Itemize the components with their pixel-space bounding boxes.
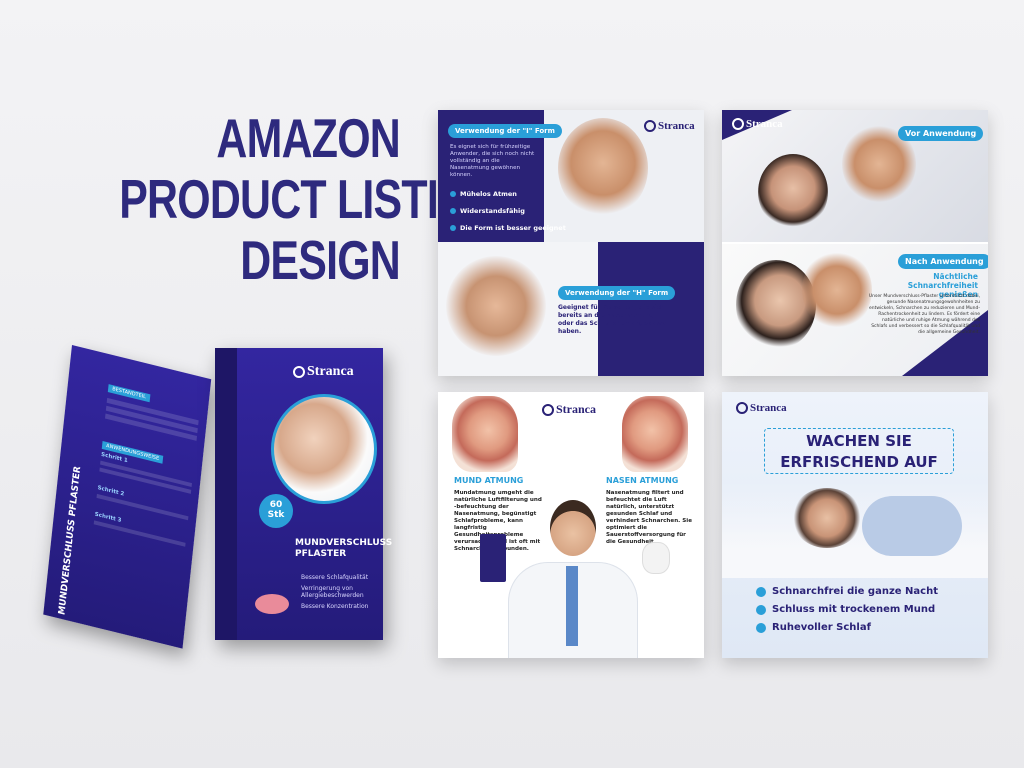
sleeping-person-photo <box>271 394 377 504</box>
box-feature-1: Bessere Schlafqualität <box>301 574 369 581</box>
woman-sweater <box>862 496 962 556</box>
product-box-thumbnail <box>480 534 506 582</box>
product-box-back: BESTANDTEIL ANWENDUNGSWEISE Schritt 1 Sc… <box>43 345 212 649</box>
panel1-logo: Stranca <box>644 120 695 132</box>
headline-line-1: WACHEN SIE <box>806 432 912 450</box>
brand-mark-icon <box>732 118 744 130</box>
bullet-icon <box>450 191 456 197</box>
pill-after: Nach Anwendung <box>898 254 988 269</box>
doctor-tie <box>566 566 578 646</box>
mouth-anatomy-image <box>452 396 518 472</box>
headline-line-2: PRODUCT LISTING <box>119 168 501 230</box>
man-photo-bottom <box>446 256 546 356</box>
panel-wake-up: Stranca WACHEN SIE ERFRISCHEND AUF Schna… <box>722 392 988 658</box>
sleep-icon <box>756 622 766 633</box>
ok-hand-icon <box>642 542 670 574</box>
benefit-item: Schluss mit trockenem Mund <box>756 604 938 615</box>
brand-mark-icon <box>293 366 305 378</box>
desc-h-form: Geeignet für Personen, die sich bereits … <box>558 304 667 335</box>
pill-i-form: Verwendung der "I" Form <box>448 124 562 138</box>
count-number: 60 <box>269 500 283 510</box>
panel-before-after: Stranca Vor Anwendung Nach Anwendung Näc… <box>722 110 988 376</box>
bullet-icon <box>450 225 456 231</box>
doctor-head <box>550 500 596 556</box>
bullet-item: Widerstandsfähig <box>450 207 566 215</box>
lips-icon <box>255 594 289 614</box>
panel2-logo: Stranca <box>732 118 783 130</box>
after-body: Unser Mundverschluss-Pflaster unterstütz… <box>868 294 980 335</box>
woman-face <box>792 488 862 548</box>
count-badge: 60 Stk <box>259 494 293 528</box>
benefit-list: Schnarchfrei die ganze Nacht Schluss mit… <box>756 586 938 640</box>
box-title: MUNDVERSCHLUSS PFLASTER <box>295 538 393 559</box>
side-title: MUNDVERSCHLUSS PFLASTER <box>57 465 84 617</box>
man-photo-top <box>558 118 648 218</box>
headline-line-1: AMAZON <box>216 107 400 169</box>
nose-text: Nasenatmung filtert und befeuchtet die L… <box>606 490 692 545</box>
panel2-shapes <box>722 110 988 376</box>
bullet-list: Mühelos Atmen Widerstandsfähig Die Form … <box>450 190 566 241</box>
nose-title: NASEN ATMUNG <box>606 476 679 485</box>
brand-mark-icon <box>736 402 748 414</box>
product-box-front: Stranca 60 Stk MUNDVERSCHLUSS PFLASTER B… <box>215 348 393 640</box>
brand-mark-icon <box>542 403 554 416</box>
box-feature-3: Bessere Konzentration <box>301 603 369 610</box>
mouth-title: MUND ATMUNG <box>454 476 524 485</box>
bullet-icon <box>450 208 456 214</box>
box-logo: Stranca <box>293 364 354 380</box>
pill-before: Vor Anwendung <box>898 126 984 141</box>
nose-anatomy-image <box>622 396 688 472</box>
headline: AMAZON PRODUCT LISTING DESIGN <box>119 107 501 291</box>
benefit-item: Schnarchfrei die ganze Nacht <box>756 586 938 597</box>
brand-mark-icon <box>644 120 656 132</box>
benefit-item: Ruhevoller Schlaf <box>756 622 938 633</box>
panel3-logo: Stranca <box>542 402 596 417</box>
box-feature-2: Verringerung von Allergiebeschwerden <box>301 585 364 599</box>
panel-forms: Stranca Verwendung der "I" Form Es eigne… <box>438 110 704 376</box>
dry-mouth-icon <box>756 604 766 615</box>
headline-line-2: ERFRISCHEND AUF <box>780 453 938 471</box>
no-snore-icon <box>756 586 766 597</box>
panel-breathing: Stranca MUND ATMUNG Mundatmung umgeht di… <box>438 392 704 658</box>
headline-box: WACHEN SIE ERFRISCHEND AUF <box>764 428 954 474</box>
bullet-item: Die Form ist besser geeignet <box>450 224 566 232</box>
headline-line-3: DESIGN <box>240 229 401 291</box>
desc-i-form: Es eignet sich für frühzeitige Anwender,… <box>450 144 535 178</box>
count-unit: Stk <box>267 510 285 520</box>
pill-h-form: Verwendung der "H" Form <box>558 286 676 300</box>
panel4-logo: Stranca <box>736 402 787 414</box>
bullet-item: Mühelos Atmen <box>450 190 566 198</box>
